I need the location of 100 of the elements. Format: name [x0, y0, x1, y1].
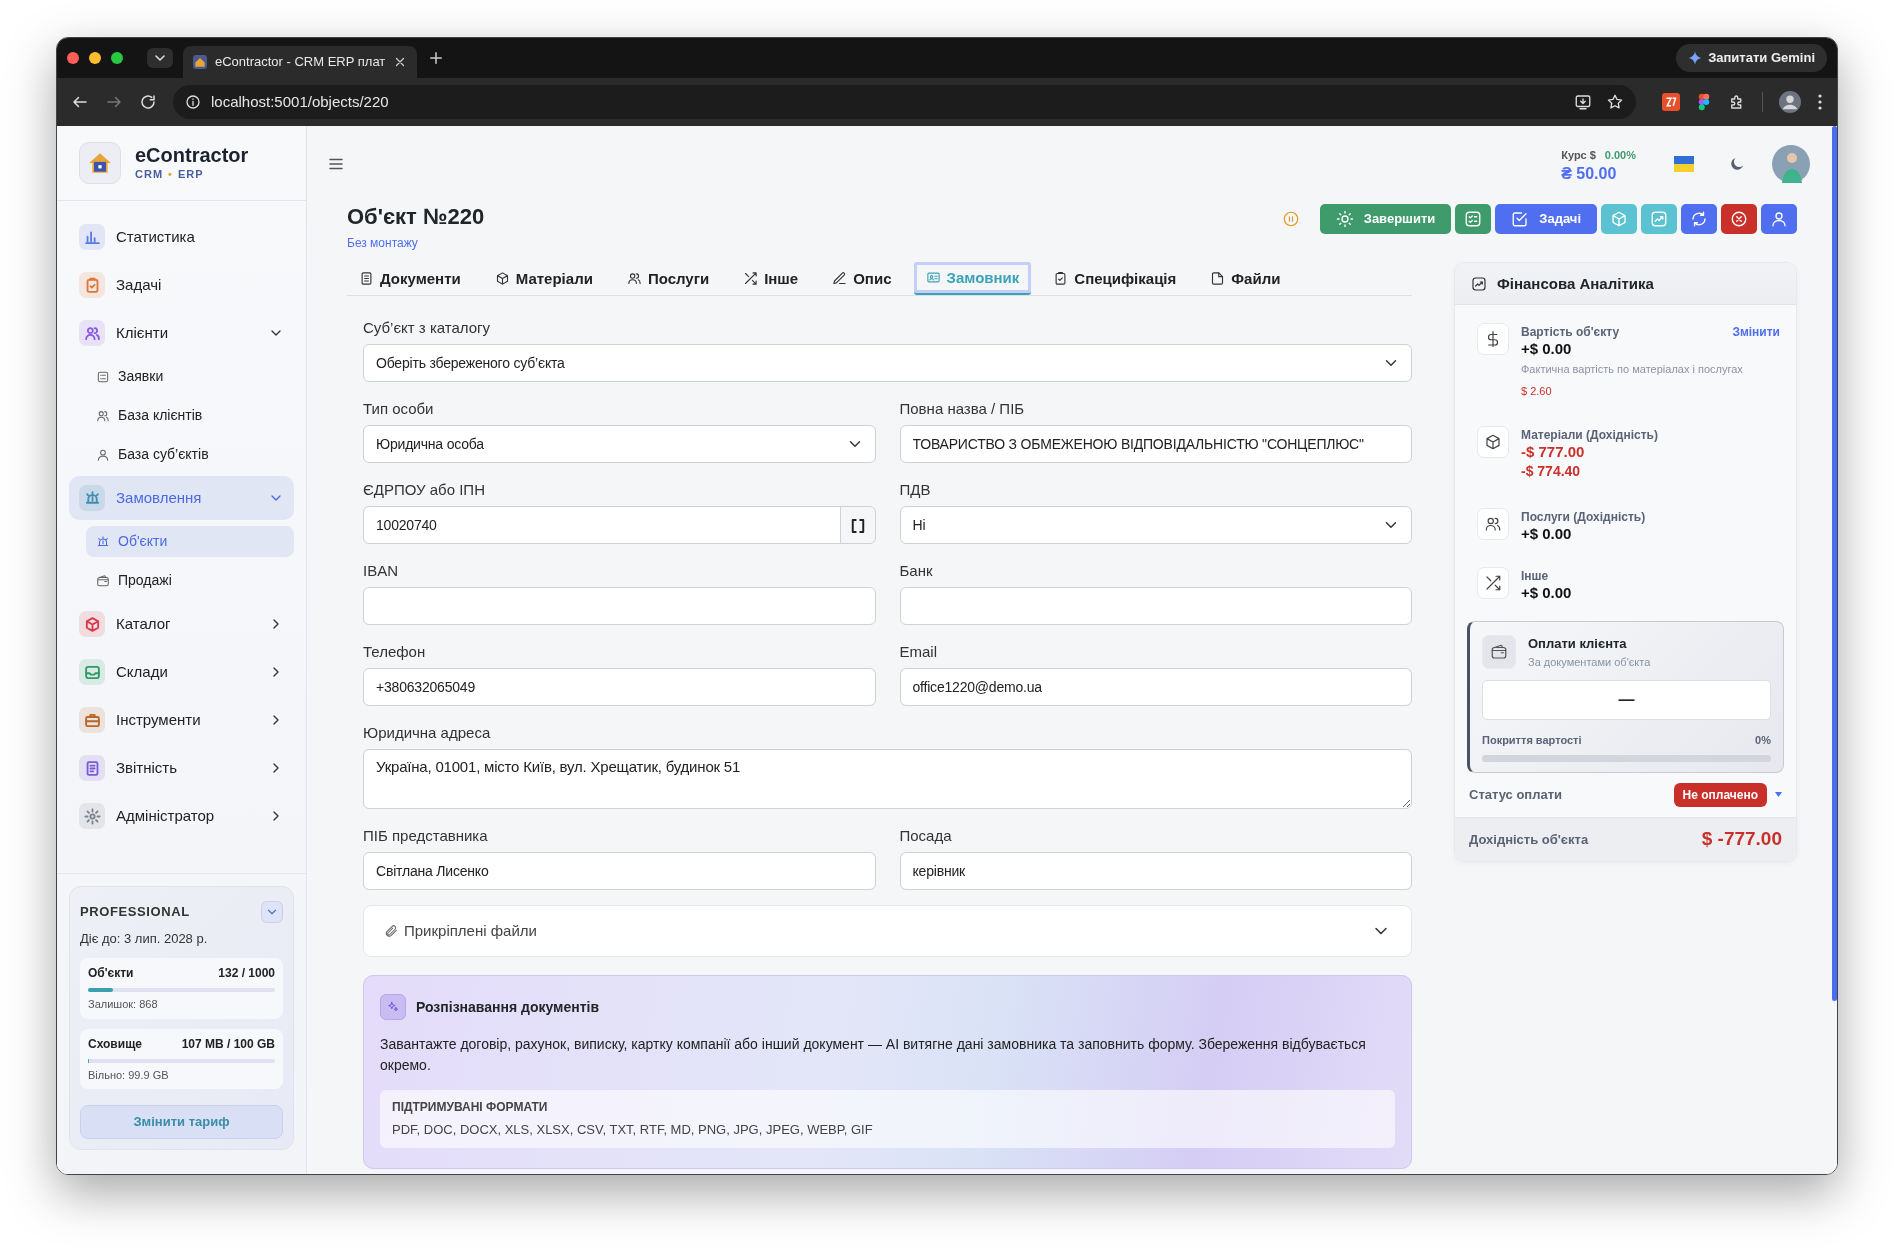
- metric-label: Послуги (Дохідність): [1521, 509, 1646, 527]
- more-icon[interactable]: [1817, 93, 1823, 111]
- input-field[interactable]: ТОВАРИСТВО З ОБМЕЖЕНОЮ ВІДПОВІДАЛЬНІСТЮ "СОНЦЕПЛЮС": [899, 425, 1412, 464]
- edit-link[interactable]: Змінити: [1732, 323, 1780, 342]
- input-field[interactable]: Світлана Лисенко: [363, 852, 876, 891]
- sidebar-subitem[interactable]: Заявки: [86, 361, 294, 392]
- tab[interactable]: Документи: [347, 262, 473, 296]
- metric-value: +$ 0.00: [1521, 584, 1573, 602]
- zoom-window-button[interactable]: [111, 52, 123, 64]
- metric-label: Інше: [1521, 567, 1549, 585]
- profit-value: $ -777.00: [1701, 827, 1782, 852]
- sidebar-item[interactable]: Статистика: [69, 215, 294, 259]
- browser-tab[interactable]: eContractor - CRM ERP плат: [183, 46, 418, 78]
- input-field[interactable]: office1220@demo.ua: [899, 668, 1412, 707]
- field-label: Телефон: [363, 642, 427, 662]
- quota-note: Залишок: 868: [88, 997, 159, 1012]
- plan-expiry: Діє до: 3 лип. 2028 р.: [80, 929, 209, 948]
- panel-title: Фінансова Аналітика: [1497, 273, 1654, 294]
- shuffle-icon: [1484, 573, 1502, 592]
- address-bar[interactable]: localhost:5001/objects/220: [173, 85, 1636, 119]
- dropdown[interactable]: Ні: [899, 506, 1412, 545]
- quota-label: Об'єкти: [88, 965, 134, 982]
- field-label: Email: [899, 642, 938, 662]
- coverage-label: Покриття вартості: [1482, 733, 1582, 749]
- extension-icon[interactable]: [1662, 93, 1680, 111]
- sidebar-subitem[interactable]: База суб’єктів: [86, 439, 294, 470]
- sidebar-item[interactable]: Замовлення: [69, 476, 294, 520]
- cube-icon: [1484, 432, 1502, 451]
- subtitle-link[interactable]: Без монтажу: [347, 236, 418, 251]
- rate-label: Курс $: [1561, 149, 1596, 162]
- caret-icon[interactable]: [1775, 792, 1782, 798]
- tab[interactable]: Послуги: [614, 262, 722, 296]
- coverage-value: 0%: [1755, 733, 1771, 749]
- users-icon: [1484, 515, 1502, 534]
- ask-gemini-button[interactable]: Запитати Gemini: [1676, 44, 1827, 72]
- tab[interactable]: Специфікація: [1041, 262, 1189, 296]
- input-field[interactable]: керівник: [899, 852, 1412, 891]
- scrollbar-thumb[interactable]: [1832, 126, 1837, 1001]
- close-window-button[interactable]: [67, 52, 79, 64]
- sidebar-item[interactable]: Каталог: [69, 602, 294, 646]
- submenu-icon: [96, 573, 110, 588]
- tab-icon: [832, 271, 848, 287]
- tab-search-button[interactable]: [147, 48, 173, 68]
- page-title: Об'єкт №220: [347, 204, 485, 231]
- sidebar-item[interactable]: Склади: [69, 650, 294, 694]
- sidebar-subitem[interactable]: Об'єкти: [86, 526, 294, 557]
- tab-icon: [494, 271, 510, 287]
- text-area[interactable]: Україна, 01001, місто Київ, вул. Хрещатик, будинок 51: [363, 749, 1412, 810]
- extension-icon[interactable]: [1696, 93, 1712, 111]
- input-field[interactable]: +380632065049: [363, 668, 876, 707]
- star-icon: [1606, 93, 1624, 111]
- dropdown[interactable]: Юридична особа: [363, 425, 876, 464]
- field-label: Повна назва / ПІБ: [899, 399, 1026, 419]
- sparkle-icon: [380, 994, 406, 1021]
- input-field[interactable]: [363, 587, 876, 626]
- sidebar-subitem[interactable]: База клієнтів: [86, 400, 294, 431]
- icon-button[interactable]: [1761, 204, 1797, 234]
- quota-note: Вільно: 99.9 GB: [88, 1067, 170, 1083]
- input-field[interactable]: 10020740: [363, 506, 841, 545]
- rate-change: 0.00%: [1604, 149, 1636, 162]
- icon-button[interactable]: [1455, 204, 1492, 234]
- icon-button[interactable]: [1721, 204, 1757, 234]
- checkbox-icon: [1511, 210, 1530, 228]
- sidebar-item[interactable]: Клієнти: [69, 311, 294, 355]
- refresh-icon: [1690, 210, 1708, 228]
- collapse-button[interactable]: [261, 900, 283, 923]
- tagline-text: ERP: [177, 166, 204, 182]
- field-label: Тип особи: [363, 399, 435, 419]
- icon-button[interactable]: [1681, 204, 1717, 234]
- tab-icon: [1053, 271, 1069, 287]
- tab[interactable]: Інше: [731, 262, 811, 296]
- sidebar-item[interactable]: Задачі: [69, 263, 294, 307]
- sidebar-subitem[interactable]: Продажі: [86, 565, 294, 596]
- dropdown[interactable]: Оберіть збереженого суб’єкта: [363, 344, 1412, 383]
- sidebar-item[interactable]: Адміністратор: [69, 794, 294, 838]
- sidebar-item[interactable]: Інструменти: [69, 698, 294, 742]
- attachments-toggle[interactable]: Прикріплені файли: [363, 905, 1412, 958]
- submenu-icon: [96, 408, 110, 423]
- tab[interactable]: Файли: [1198, 262, 1293, 296]
- tab[interactable]: Опис: [820, 262, 904, 296]
- sidebar-item[interactable]: Звітність: [69, 746, 294, 790]
- flag-icon[interactable]: [1674, 155, 1694, 172]
- brand-name: eContractor: [135, 143, 249, 166]
- field-label: Банк: [899, 561, 934, 581]
- profile-icon[interactable]: [1779, 91, 1801, 113]
- status-dropdown[interactable]: Не оплачено: [1673, 782, 1767, 807]
- url-text: localhost:5001/objects/220: [211, 91, 389, 112]
- action-button[interactable]: Задачі: [1495, 204, 1597, 234]
- scan-button[interactable]: [839, 506, 876, 545]
- sparkle-icon: [1688, 51, 1703, 65]
- input-field[interactable]: [899, 587, 1412, 626]
- status-label: Статус оплати: [1469, 786, 1563, 805]
- metric-value: +$ 0.00: [1521, 341, 1573, 358]
- tab-icon: [925, 270, 941, 286]
- field-label: IBAN: [363, 561, 399, 581]
- metric-extra: -$ 774.40: [1521, 462, 1582, 482]
- status-icon: [1281, 210, 1300, 228]
- tab[interactable]: Матеріали: [482, 262, 605, 296]
- minimize-window-button[interactable]: [89, 52, 101, 64]
- logo-icon: [79, 142, 121, 184]
